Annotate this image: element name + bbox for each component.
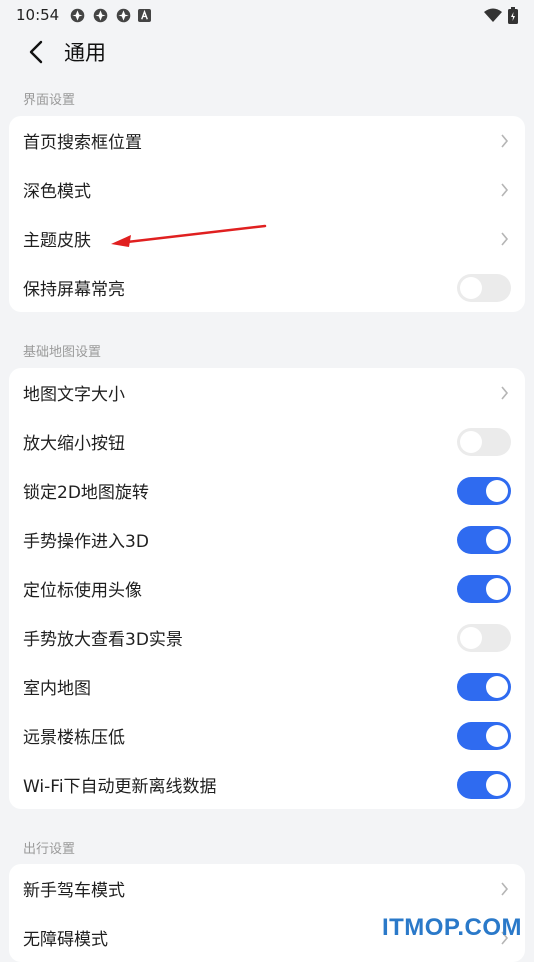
toggle-location-avatar[interactable]: [457, 575, 511, 603]
chevron-right-icon: [500, 134, 509, 148]
section-label-interface: 界面设置: [23, 89, 75, 108]
toggle-lock-2d-rotation[interactable]: [457, 477, 511, 505]
row-label: 室内地图: [23, 674, 91, 699]
row-gesture-3d-realview: 手势放大查看3D实景: [9, 613, 525, 662]
row-label: 无障碍模式: [23, 925, 108, 950]
row-wifi-offline-update: Wi-Fi下自动更新离线数据: [9, 760, 525, 809]
section-label-map: 基础地图设置: [23, 341, 101, 360]
row-keep-screen-on: 保持屏幕常亮: [9, 263, 525, 312]
toggle-knob: [486, 676, 508, 698]
row-indoor-map: 室内地图: [9, 662, 525, 711]
app-icon-3: [115, 7, 132, 24]
status-system-icons: [484, 7, 518, 24]
row-lock-2d-rotation: 锁定2D地图旋转: [9, 466, 525, 515]
row-label: 放大缩小按钮: [23, 429, 125, 454]
row-gesture-3d: 手势操作进入3D: [9, 515, 525, 564]
row-label: 首页搜索框位置: [23, 128, 142, 153]
app-icon-2: [92, 7, 109, 24]
card-interface-settings: 首页搜索框位置 深色模式 主题皮肤 保持屏幕常亮: [9, 116, 525, 312]
row-label: 手势放大查看3D实景: [23, 625, 183, 650]
row-location-avatar: 定位标使用头像: [9, 564, 525, 613]
status-time: 10:54: [16, 6, 59, 24]
toggle-keep-screen-on[interactable]: [457, 274, 511, 302]
card-map-settings: 地图文字大小 放大缩小按钮 锁定2D地图旋转 手势操作进入3D 定位标使用头像 …: [9, 368, 525, 809]
chevron-right-icon: [500, 183, 509, 197]
chevron-right-icon: [500, 386, 509, 400]
back-arrow-icon: [28, 40, 44, 64]
chevron-right-icon: [500, 882, 509, 896]
toggle-knob: [460, 431, 482, 453]
row-label: 手势操作进入3D: [23, 527, 149, 552]
row-dark-mode[interactable]: 深色模式: [9, 165, 525, 214]
page-title: 通用: [64, 37, 106, 67]
status-notification-icons: [69, 7, 151, 24]
toggle-indoor-map[interactable]: [457, 673, 511, 701]
battery-icon: [508, 7, 518, 24]
row-map-text-size[interactable]: 地图文字大小: [9, 368, 525, 417]
toggle-knob: [486, 480, 508, 502]
row-label: 定位标使用头像: [23, 576, 142, 601]
card-travel-settings: 新手驾车模式 无障碍模式: [9, 864, 525, 962]
annotation-arrow-icon: [105, 220, 270, 250]
wifi-icon: [484, 8, 502, 22]
back-button[interactable]: [22, 38, 50, 66]
header: 通用: [0, 30, 534, 74]
row-label: 深色模式: [23, 177, 91, 202]
toggle-knob: [486, 725, 508, 747]
a-icon: [138, 9, 151, 22]
toggle-knob: [460, 627, 482, 649]
app-icon-1: [69, 7, 86, 24]
toggle-knob: [486, 529, 508, 551]
toggle-gesture-3d-realview[interactable]: [457, 624, 511, 652]
toggle-knob: [460, 277, 482, 299]
row-novice-driving[interactable]: 新手驾车模式: [9, 864, 525, 913]
row-zoom-buttons: 放大缩小按钮: [9, 417, 525, 466]
row-label: 地图文字大小: [23, 380, 125, 405]
row-label: 远景楼栋压低: [23, 723, 125, 748]
row-label: Wi-Fi下自动更新离线数据: [23, 772, 217, 797]
toggle-gesture-3d[interactable]: [457, 526, 511, 554]
chevron-right-icon: [500, 232, 509, 246]
toggle-lower-distant-buildings[interactable]: [457, 722, 511, 750]
watermark: ITMOP.COM: [382, 914, 522, 942]
toggle-zoom-buttons[interactable]: [457, 428, 511, 456]
row-label: 锁定2D地图旋转: [23, 478, 149, 503]
toggle-knob: [486, 578, 508, 600]
row-lower-distant-buildings: 远景楼栋压低: [9, 711, 525, 760]
row-label: 主题皮肤: [23, 226, 91, 251]
row-label: 新手驾车模式: [23, 876, 125, 901]
toggle-wifi-offline-update[interactable]: [457, 771, 511, 799]
status-bar: 10:54: [0, 0, 534, 30]
toggle-knob: [486, 774, 508, 796]
section-label-travel: 出行设置: [23, 838, 75, 857]
row-label: 保持屏幕常亮: [23, 275, 125, 300]
row-search-box-position[interactable]: 首页搜索框位置: [9, 116, 525, 165]
